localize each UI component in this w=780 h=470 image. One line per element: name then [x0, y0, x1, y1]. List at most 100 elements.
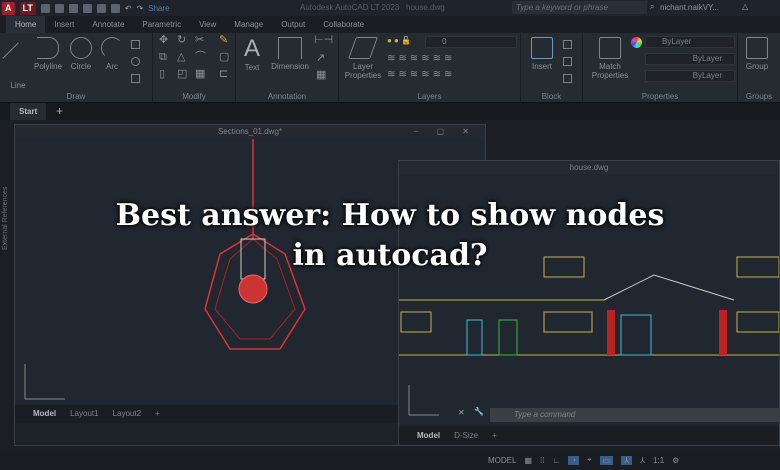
mirror-icon[interactable]: △: [177, 52, 185, 63]
tab-manage[interactable]: Manage: [225, 16, 272, 33]
annotation-autoscale-icon[interactable]: ⅄: [640, 456, 645, 465]
layer-tools-row2[interactable]: ≋≋≋≋≋≋: [387, 70, 455, 80]
undo-icon[interactable]: ↶: [125, 4, 132, 13]
match-properties-tool[interactable]: Match Properties: [587, 37, 633, 80]
trim-icon[interactable]: ✂: [195, 35, 204, 46]
group-tool[interactable]: Group: [742, 37, 772, 71]
fillet-icon[interactable]: ⌒: [195, 52, 206, 63]
insert-tool[interactable]: Insert: [529, 37, 555, 71]
circle-icon: [70, 37, 92, 59]
osnap-icon[interactable]: ⌖: [587, 455, 592, 465]
window-title: house.dwg: [569, 163, 609, 172]
arc-label: Arc: [106, 62, 118, 71]
layout-tab-layout1[interactable]: Layout1: [70, 405, 98, 423]
article-title-overlay: Best answer: How to show nodes in autoca…: [0, 196, 780, 276]
redo-icon[interactable]: ↷: [137, 4, 144, 13]
match-properties-icon: [599, 37, 621, 59]
search-icon[interactable]: ⌕: [650, 2, 654, 12]
table-icon[interactable]: ▦: [316, 70, 326, 81]
search-input[interactable]: Type a keyword or phrase: [512, 1, 647, 14]
save-icon[interactable]: [68, 3, 78, 13]
file-name: house.dwg: [406, 3, 445, 12]
tab-view[interactable]: View: [190, 16, 225, 33]
properties-panel-title[interactable]: Properties: [583, 92, 737, 101]
layer-state-icons[interactable]: ● ● 🔓: [387, 36, 411, 45]
color-wheel-icon[interactable]: [631, 37, 642, 48]
rectangle-icon[interactable]: [131, 40, 140, 49]
tab-insert[interactable]: Insert: [45, 16, 83, 33]
model-space-button[interactable]: MODEL: [488, 456, 516, 465]
autodesk-app-icon[interactable]: △: [742, 2, 748, 11]
new-tab-button[interactable]: +: [56, 104, 63, 118]
arc-tool[interactable]: Arc: [100, 37, 124, 71]
tab-annotate[interactable]: Annotate: [83, 16, 133, 33]
linear-dimension-icon[interactable]: ⊢⊣: [314, 35, 333, 46]
app-logo[interactable]: A: [2, 1, 15, 15]
tab-collaborate[interactable]: Collaborate: [314, 16, 373, 33]
snap-icon[interactable]: ⁞⁞: [540, 456, 544, 465]
annotation-visibility-icon[interactable]: ⅄: [621, 455, 633, 465]
layout-tab-d-size[interactable]: D-Size: [454, 427, 478, 445]
save-as-icon[interactable]: [82, 3, 92, 13]
annotation-panel-title[interactable]: Annotation: [236, 92, 338, 101]
erase-icon[interactable]: ✎: [219, 35, 228, 46]
layout-tab-layout2[interactable]: Layout2: [113, 405, 141, 423]
polyline-tool[interactable]: Polyline: [32, 37, 64, 71]
block-panel-title[interactable]: Block: [521, 92, 582, 101]
hatch-icon[interactable]: [131, 74, 140, 83]
ortho-icon[interactable]: ∟: [552, 456, 560, 465]
tab-parametric[interactable]: Parametric: [133, 16, 190, 33]
user-menu[interactable]: nichant.naikVY...: [660, 3, 719, 12]
lineweight-icon[interactable]: ▭: [599, 455, 614, 465]
circle-tool[interactable]: Circle: [68, 37, 94, 71]
layer-properties-tool[interactable]: Layer Properties: [341, 37, 385, 80]
layers-panel-title[interactable]: Layers: [339, 92, 520, 101]
explode-icon[interactable]: ▢: [219, 52, 229, 63]
offset-icon[interactable]: ⊏: [219, 69, 228, 80]
rotate-icon[interactable]: ↻: [177, 35, 186, 46]
add-layout-button[interactable]: +: [492, 427, 497, 445]
print-icon[interactable]: [110, 3, 120, 13]
grid-icon[interactable]: ▦: [524, 456, 532, 465]
linetype-dropdown[interactable]: ByLayer: [645, 53, 735, 65]
copy-icon[interactable]: ⧉: [159, 52, 167, 63]
customize-wrench-icon[interactable]: 🔧: [474, 407, 484, 416]
publish-icon[interactable]: [96, 3, 106, 13]
edit-block-icon[interactable]: [563, 57, 572, 66]
layer-dropdown[interactable]: 0: [425, 36, 517, 48]
groups-panel-title[interactable]: Groups: [738, 92, 780, 101]
tab-home[interactable]: Home: [6, 16, 46, 33]
add-layout-button[interactable]: +: [155, 405, 160, 423]
close-command-icon[interactable]: ✕: [458, 408, 465, 417]
window-title-bar: house.dwg: [399, 161, 779, 175]
scale-icon[interactable]: ◰: [177, 69, 187, 80]
text-label: Text: [244, 63, 260, 72]
command-line-input[interactable]: Type a command: [490, 408, 780, 422]
layout-tab-model[interactable]: Model: [33, 405, 56, 423]
line-tool[interactable]: Line: [2, 37, 34, 90]
stretch-icon[interactable]: ▯: [159, 69, 165, 80]
dimension-tool[interactable]: Dimension: [268, 37, 312, 71]
tab-output[interactable]: Output: [272, 16, 314, 33]
start-tab[interactable]: Start: [10, 103, 47, 120]
lineweight-dropdown[interactable]: ByLayer: [645, 70, 735, 82]
text-tool[interactable]: A Text: [240, 35, 264, 72]
layout-tab-model[interactable]: Model: [417, 427, 440, 445]
window-controls[interactable]: – ▢ ✕: [414, 125, 477, 139]
color-dropdown[interactable]: ByLayer: [645, 36, 735, 48]
block-attribute-icon[interactable]: [563, 74, 572, 83]
move-icon[interactable]: ✥: [159, 35, 168, 46]
modify-panel-title[interactable]: Modify: [153, 92, 235, 101]
array-icon[interactable]: ▦: [195, 69, 205, 80]
new-icon[interactable]: [40, 3, 50, 13]
ellipse-icon[interactable]: [131, 57, 140, 66]
create-block-icon[interactable]: [563, 40, 572, 49]
layer-tools-row1[interactable]: ≋≋≋≋≋≋: [387, 54, 455, 64]
share-button[interactable]: Share: [148, 4, 169, 13]
polar-tracking-icon[interactable]: ◔: [568, 455, 580, 465]
open-icon[interactable]: [54, 3, 64, 13]
draw-panel-title[interactable]: Draw: [0, 92, 152, 101]
leader-icon[interactable]: ↗: [316, 53, 325, 64]
gear-icon[interactable]: ⚙: [672, 456, 679, 465]
annotation-scale[interactable]: 1:1: [653, 456, 664, 465]
